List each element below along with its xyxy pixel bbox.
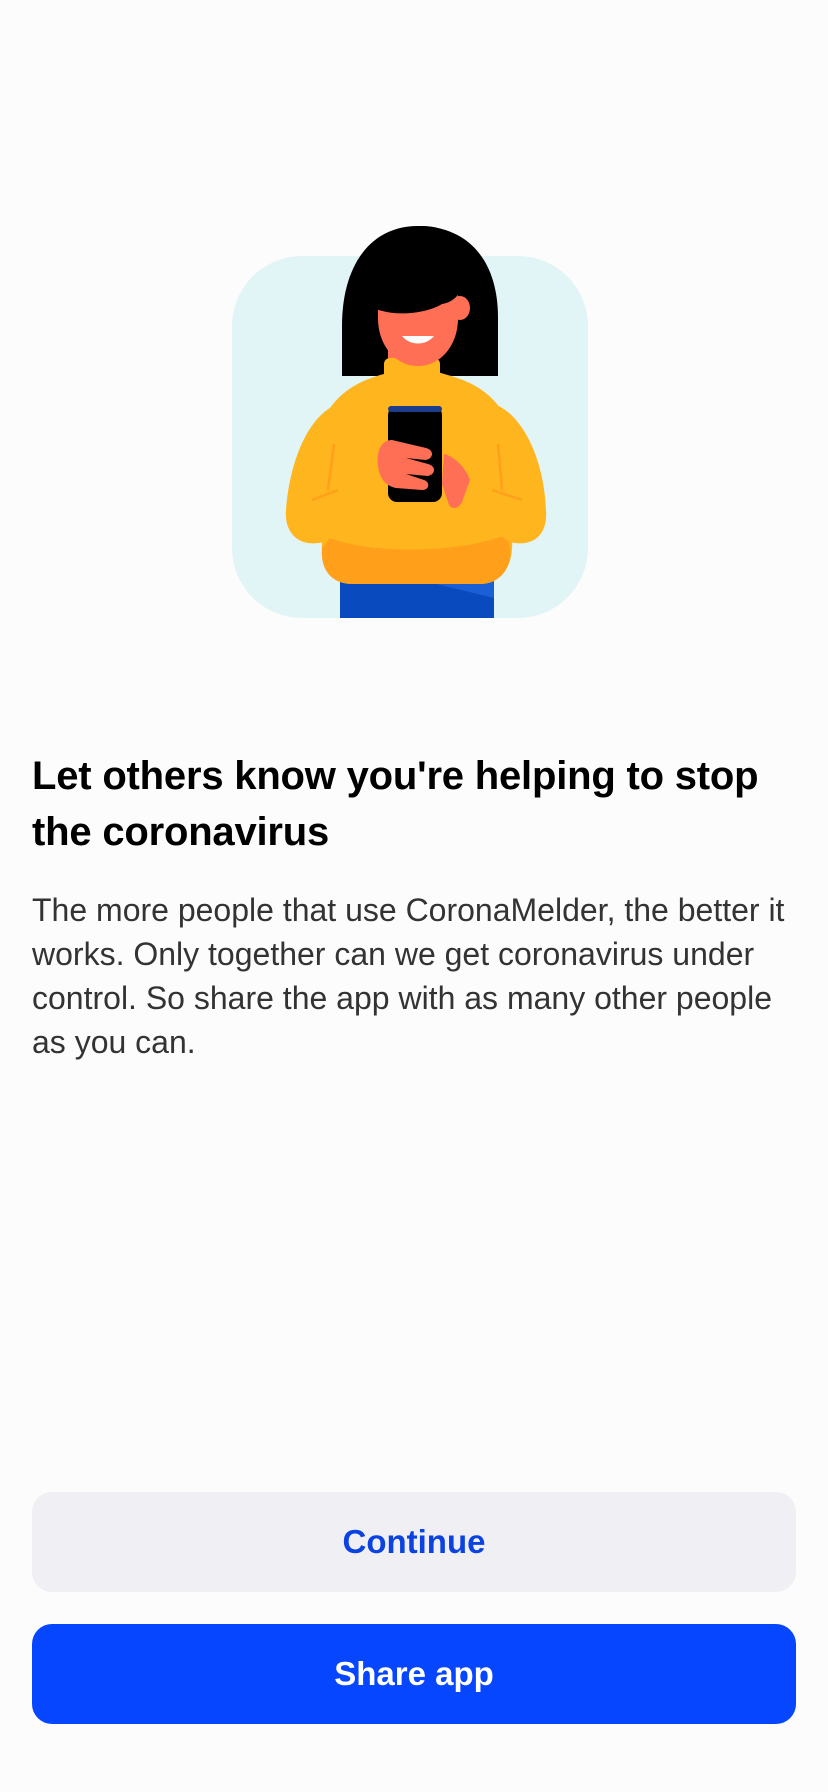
page-title: Let others know you're helping to stop t… xyxy=(32,754,759,854)
woman-holding-phone-icon xyxy=(232,226,588,618)
share-app-button[interactable]: Share app xyxy=(32,1624,796,1724)
continue-button[interactable]: Continue xyxy=(32,1492,796,1592)
description-text: The more people that use CoronaMelder, t… xyxy=(32,892,785,1060)
woman-with-phone-illustration xyxy=(230,218,600,620)
